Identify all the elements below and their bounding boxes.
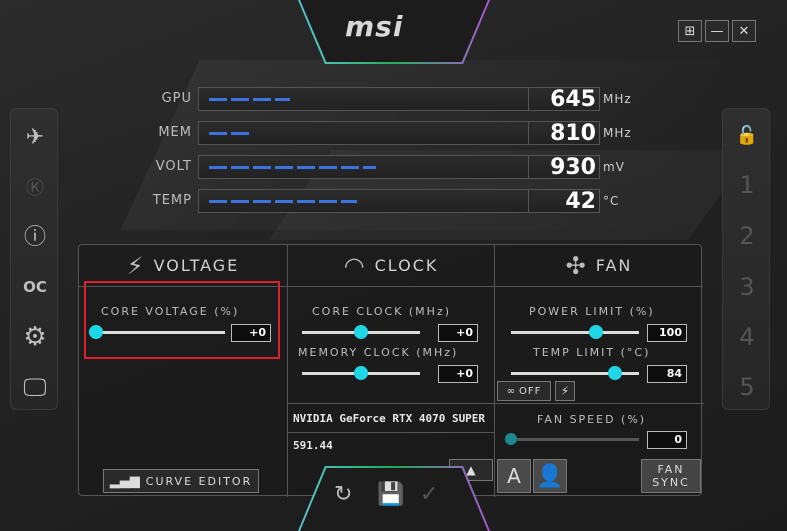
link-off-button[interactable]: ∞ OFF bbox=[497, 381, 551, 401]
core-clock-label: CORE CLOCK (MHz) bbox=[312, 305, 452, 318]
clock-title: CLOCK bbox=[374, 256, 439, 275]
temp-value: 42 bbox=[528, 189, 600, 214]
right-sidebar: 🔓 1 2 3 4 5 bbox=[722, 108, 770, 410]
mem-unit: MHz bbox=[603, 126, 632, 140]
fan-user-button[interactable]: 👤 bbox=[533, 459, 567, 493]
volt-value: 930 bbox=[528, 155, 600, 180]
slider-knob[interactable] bbox=[608, 366, 622, 380]
voltage-title: VOLTAGE bbox=[153, 256, 240, 275]
fan-speed-slider[interactable] bbox=[505, 432, 639, 446]
settings-icon[interactable]: ⚙ bbox=[11, 317, 59, 357]
msi-logo: msi bbox=[345, 10, 404, 43]
user-icon: 👤 bbox=[536, 463, 564, 489]
lightning-link-button[interactable]: ⚡ bbox=[555, 381, 575, 401]
fan-icon: ✣ bbox=[565, 251, 588, 280]
temp-limit-value[interactable]: 84 bbox=[647, 365, 687, 383]
curve-editor-button[interactable]: ▂▄▆ CURVE EDITOR bbox=[103, 469, 259, 493]
gpu-value: 645 bbox=[528, 87, 600, 112]
bars-icon: ▂▄▆ bbox=[109, 473, 140, 489]
slider-knob[interactable] bbox=[505, 433, 517, 445]
windows-icon[interactable]: ⊞ bbox=[678, 20, 702, 42]
fan-speed-label: FAN SPEED (%) bbox=[537, 413, 647, 426]
clock-header: ◠ CLOCK bbox=[288, 245, 494, 287]
close-icon[interactable]: ✕ bbox=[732, 20, 756, 42]
save-icon[interactable]: 💾 bbox=[377, 482, 404, 507]
fan-sync-line2: SYNC bbox=[652, 476, 690, 489]
memory-clock-slider[interactable] bbox=[302, 366, 420, 380]
profile-4-button[interactable]: 4 bbox=[723, 317, 771, 357]
monitor-icon[interactable]: 🖵 bbox=[11, 367, 59, 407]
profile-lock-icon[interactable]: 🔓 bbox=[723, 115, 771, 155]
mem-bar-fill bbox=[209, 132, 253, 135]
slider-track bbox=[511, 331, 639, 334]
slider-knob[interactable] bbox=[354, 366, 368, 380]
temp-bar-fill bbox=[209, 200, 357, 203]
temp-unit: °C bbox=[603, 194, 620, 208]
gpu-label: GPU bbox=[161, 91, 192, 106]
power-limit-slider[interactable] bbox=[511, 325, 639, 339]
fan-section: ✣ FAN POWER LIMIT (%) 100 TEMP LIMIT (°C… bbox=[494, 245, 704, 497]
gpu-bar-fill bbox=[209, 98, 290, 101]
fan-sync-line1: FAN bbox=[657, 463, 685, 476]
temp-limit-label: TEMP LIMIT (°C) bbox=[533, 346, 651, 359]
profile-3-button[interactable]: 3 bbox=[723, 267, 771, 307]
gauge-icon: ◠ bbox=[343, 251, 367, 280]
slider-knob[interactable] bbox=[589, 325, 603, 339]
gpu-unit: MHz bbox=[603, 92, 632, 106]
apply-icon[interactable]: ✓ bbox=[420, 482, 438, 507]
divider bbox=[495, 403, 704, 404]
fan-header: ✣ FAN bbox=[495, 245, 703, 287]
afterburner-icon[interactable]: ✈ bbox=[11, 117, 59, 157]
volt-bar-fill bbox=[209, 166, 376, 169]
memory-clock-value[interactable]: +0 bbox=[438, 365, 478, 383]
left-sidebar: ✈ Ⓚ ⓘ OC ⚙ 🖵 bbox=[10, 108, 58, 410]
temp-label: TEMP bbox=[152, 193, 192, 208]
profile-2-button[interactable]: 2 bbox=[723, 216, 771, 256]
lightning-icon: ⚡ bbox=[560, 384, 570, 398]
volt-unit: mV bbox=[603, 160, 625, 174]
slider-track bbox=[505, 438, 639, 441]
link-icon: ∞ bbox=[506, 385, 515, 397]
curve-editor-label: CURVE EDITOR bbox=[145, 474, 253, 488]
triangle-up-icon: ▲ bbox=[466, 463, 476, 477]
power-limit-label: POWER LIMIT (%) bbox=[529, 305, 655, 318]
core-clock-slider[interactable] bbox=[302, 325, 420, 339]
link-off-label: OFF bbox=[518, 385, 542, 397]
mem-value: 810 bbox=[528, 121, 600, 146]
profile-1-button[interactable]: 1 bbox=[723, 165, 771, 205]
driver-version: 591.44 bbox=[293, 439, 333, 452]
volt-label: VOLT bbox=[155, 159, 192, 174]
fan-title: FAN bbox=[595, 256, 633, 275]
temp-limit-slider[interactable] bbox=[511, 366, 639, 380]
fan-auto-label: A bbox=[507, 464, 521, 488]
mem-label: MEM bbox=[158, 125, 192, 140]
kombustor-icon[interactable]: Ⓚ bbox=[11, 167, 59, 207]
lightning-icon: ⚡ bbox=[126, 251, 146, 280]
reset-icon[interactable]: ↻ bbox=[334, 482, 352, 507]
fan-sync-button[interactable]: FAN SYNC bbox=[641, 459, 701, 493]
memory-clock-label: MEMORY CLOCK (MHz) bbox=[298, 346, 459, 359]
window-controls: ⊞ — ✕ bbox=[678, 20, 756, 42]
slider-knob[interactable] bbox=[354, 325, 368, 339]
minimize-icon[interactable]: — bbox=[705, 20, 729, 42]
core-clock-value[interactable]: +0 bbox=[438, 324, 478, 342]
profile-5-button[interactable]: 5 bbox=[723, 367, 771, 407]
oc-scanner-icon[interactable]: OC bbox=[11, 267, 59, 307]
fan-speed-value[interactable]: 0 bbox=[647, 431, 687, 449]
fan-auto-button[interactable]: A bbox=[497, 459, 531, 493]
core-voltage-highlight bbox=[84, 281, 280, 359]
afterburner-window: msi ⊞ — ✕ ✈ Ⓚ ⓘ OC ⚙ 🖵 🔓 1 2 3 4 5 GPU 6… bbox=[0, 0, 787, 531]
info-icon[interactable]: ⓘ bbox=[11, 215, 59, 255]
power-limit-value[interactable]: 100 bbox=[647, 324, 687, 342]
gpu-name: NVIDIA GeForce RTX 4070 SUPER bbox=[287, 403, 494, 433]
